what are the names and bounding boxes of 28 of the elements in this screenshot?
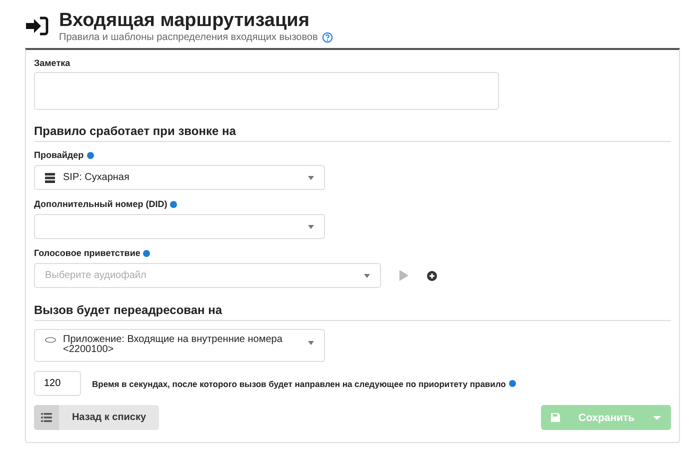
server-icon bbox=[45, 172, 55, 182]
note-field[interactable] bbox=[34, 72, 499, 110]
timeout-field[interactable]: 120 bbox=[34, 371, 81, 396]
provider-select[interactable]: SIP: Сухарная bbox=[34, 165, 325, 190]
info-icon[interactable] bbox=[170, 200, 178, 208]
info-icon[interactable] bbox=[508, 380, 516, 387]
target-select[interactable]: Приложение: Входящие на внутренние номера <2200100> bbox=[34, 329, 325, 362]
app-icon bbox=[45, 337, 56, 343]
field-label: Заметка bbox=[34, 58, 72, 68]
page-subtitle: Правила и шаблоны распределения входящих вызовов bbox=[59, 32, 318, 43]
help-icon[interactable] bbox=[322, 32, 333, 43]
section-title: Правило сработает при звонке на bbox=[34, 110, 671, 142]
field-label: Голосовое приветствие bbox=[34, 248, 140, 258]
caret-icon bbox=[308, 224, 314, 228]
caret-icon bbox=[364, 274, 370, 278]
section-title: Вызов будет переадресован на bbox=[34, 288, 671, 321]
back-to-list-button[interactable]: Назад к списку bbox=[34, 405, 159, 430]
info-icon[interactable] bbox=[143, 250, 150, 256]
timeout-label: Время в секундах, после которого вызов будет направлен на следующее по приоритету правило bbox=[92, 378, 506, 388]
caret-icon bbox=[308, 341, 314, 345]
page-title: Входящая маршрутизация bbox=[59, 10, 310, 32]
field-label: Провайдер bbox=[34, 150, 84, 160]
field-label: Дополнительный номер (DID) bbox=[34, 199, 168, 209]
sign-in-icon bbox=[25, 16, 49, 36]
add-icon[interactable] bbox=[427, 270, 437, 280]
caret-icon bbox=[308, 176, 314, 180]
list-icon bbox=[41, 413, 52, 422]
info-icon[interactable] bbox=[86, 152, 94, 158]
